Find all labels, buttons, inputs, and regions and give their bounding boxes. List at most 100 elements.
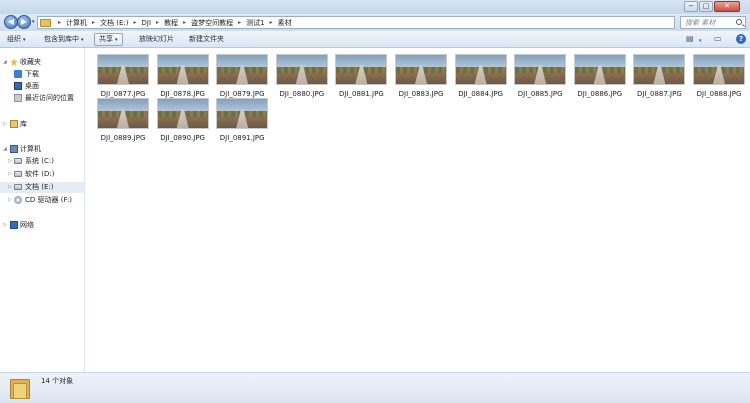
breadcrumb-item[interactable]: 素材 — [276, 18, 294, 28]
expand-icon[interactable]: ▷ — [3, 220, 7, 231]
breadcrumb-separator[interactable]: ▸ — [235, 18, 244, 28]
expand-icon[interactable]: ▷ — [8, 156, 12, 167]
file-name: DJI_0881.JPG — [339, 90, 384, 98]
details-pane: 14 个对象 — [0, 372, 750, 403]
nav-network[interactable]: ▷ 网络 — [0, 220, 84, 231]
image-thumbnail — [97, 54, 149, 85]
image-thumbnail — [693, 54, 745, 85]
file-name: DJI_0883.JPG — [398, 90, 444, 98]
breadcrumb-item[interactable]: 盗梦空间教程 — [189, 18, 235, 28]
image-thumbnail — [454, 54, 507, 85]
back-button[interactable]: ◀ — [4, 15, 18, 29]
file-name: DJI_0885.JPG — [517, 90, 563, 98]
share-label: 共享 — [99, 35, 113, 43]
nav-drive-d-label: 软件 (D:) — [25, 170, 55, 178]
image-thumbnail — [216, 98, 269, 129]
search-icon[interactable] — [736, 19, 742, 25]
nav-drive-e[interactable]: ▷ 文档 (E:) — [0, 182, 84, 193]
file-name: DJI_0884.JPG — [458, 90, 503, 98]
image-thumbnail — [633, 54, 686, 85]
hard-drive-icon — [14, 158, 22, 164]
breadcrumb-separator[interactable]: ▸ — [153, 18, 162, 28]
nav-computer[interactable]: ◢ 计算机 — [0, 144, 84, 155]
expand-icon[interactable]: ▷ — [8, 195, 12, 206]
chevron-down-icon: ▾ — [115, 37, 118, 43]
hard-drive-icon — [14, 184, 22, 190]
breadcrumb-separator[interactable]: ▸ — [55, 18, 64, 28]
image-thumbnail — [395, 54, 447, 85]
file-list: DJI_0877.JPG DJI_0878.JPG DJI_0879.JPG DJI_… — [86, 48, 750, 372]
include-library-label: 包含到库中 — [44, 35, 79, 43]
image-thumbnail — [156, 54, 209, 85]
nav-drive-e-label: 文档 (E:) — [25, 183, 54, 191]
close-button[interactable]: ✕ — [714, 1, 740, 12]
nav-drive-f[interactable]: ▷ CD 驱动器 (F:) — [0, 195, 84, 206]
change-view-icon[interactable]: ▤ — [686, 34, 694, 44]
title-bar: − □ ✕ — [0, 0, 750, 14]
breadcrumb-separator[interactable]: ▸ — [89, 18, 98, 28]
search-placeholder: 搜索 素材 — [685, 19, 716, 27]
collapse-icon[interactable]: ◢ — [3, 57, 7, 68]
nav-drive-d[interactable]: ▷ 软件 (D:) — [0, 169, 84, 180]
breadcrumb-separator[interactable]: ▸ — [267, 18, 276, 28]
file-name: DJI_0888.JPG — [696, 90, 742, 98]
organize-menu[interactable]: 组织 ▾ — [7, 34, 26, 45]
expand-icon[interactable]: ▷ — [8, 182, 12, 193]
chevron-down-icon: ▾ — [23, 37, 26, 43]
image-thumbnail — [156, 98, 209, 129]
breadcrumb-item[interactable]: 教程 — [162, 18, 180, 28]
preview-pane-icon[interactable]: ▭ — [714, 34, 722, 44]
forward-button[interactable]: ▶ — [17, 15, 31, 29]
nav-downloads[interactable]: 下载 — [0, 69, 84, 80]
organize-label: 组织 — [7, 35, 21, 43]
share-menu[interactable]: 共享 ▾ — [94, 33, 123, 46]
network-icon — [10, 221, 18, 229]
recent-places-icon — [14, 94, 22, 102]
breadcrumb-item[interactable]: 文档 (E:) — [98, 18, 130, 28]
minimize-button[interactable]: − — [684, 1, 698, 12]
breadcrumb-item[interactable]: 计算机 — [64, 18, 89, 28]
nav-desktop[interactable]: 桌面 — [0, 81, 84, 92]
breadcrumb: ▸ 计算机 ▸ 文档 (E:) ▸ DJI ▸ 教程 ▸ 盗梦空间教程 ▸ 测试1 ▸ 素材 — [55, 18, 294, 28]
cd-drive-icon — [14, 196, 22, 204]
recent-pages-dropdown-icon[interactable]: ▾ — [32, 19, 35, 25]
image-thumbnail — [275, 54, 328, 85]
item-count: 14 个对象 — [41, 377, 74, 385]
command-bar: 组织 ▾ 包含到库中 ▾ 共享 ▾ 放映幻灯片 新建文件夹 ▤ ▾ ▭ ? — [0, 31, 750, 48]
navigation-pane: ◢ 收藏夹 下载 桌面 最近访问的位置 ▷ 库 ◢ 计算机 ▷ 系统 (C:) … — [0, 48, 85, 372]
maximize-button[interactable]: □ — [699, 1, 713, 12]
hard-drive-icon — [14, 171, 22, 177]
view-options-dropdown-icon[interactable]: ▾ — [699, 36, 702, 46]
expand-icon[interactable]: ▷ — [3, 119, 7, 130]
nav-desktop-label: 桌面 — [25, 82, 39, 90]
nav-drive-f-label: CD 驱动器 (F:) — [25, 196, 73, 204]
image-thumbnail — [514, 54, 567, 85]
nav-libraries-label: 库 — [20, 120, 27, 128]
nav-recent-places[interactable]: 最近访问的位置 — [0, 93, 84, 104]
breadcrumb-separator[interactable]: ▸ — [180, 18, 189, 28]
address-bar[interactable]: ▸计算机▸文档 (E:)▸DJI▸教程▸盗梦空间教程▸测试1▸素材 ▾ ↻ — [37, 16, 708, 29]
nav-favorites-label: 收藏夹 — [20, 58, 41, 66]
expand-icon[interactable]: ▷ — [8, 169, 12, 180]
image-thumbnail — [573, 54, 626, 85]
chevron-down-icon: ▾ — [81, 37, 84, 43]
breadcrumb-item[interactable]: DJI — [140, 18, 154, 28]
search-input[interactable]: 搜索 素材 — [680, 16, 746, 29]
downloads-folder-icon — [14, 70, 22, 78]
folder-icon — [40, 19, 51, 27]
breadcrumb-item[interactable]: 测试1 — [244, 18, 266, 28]
file-name: DJI_0890.JPG — [160, 134, 205, 142]
star-icon — [10, 58, 18, 66]
nav-drive-c-label: 系统 (C:) — [25, 157, 54, 165]
nav-favorites[interactable]: ◢ 收藏夹 — [0, 57, 84, 68]
computer-icon — [10, 145, 18, 153]
help-icon[interactable]: ? — [736, 34, 746, 44]
nav-libraries[interactable]: ▷ 库 — [0, 119, 84, 130]
breadcrumb-separator[interactable]: ▸ — [131, 18, 140, 28]
slideshow-button[interactable]: 放映幻灯片 — [139, 34, 174, 44]
new-folder-button[interactable]: 新建文件夹 — [189, 34, 224, 44]
nav-drive-c[interactable]: ▷ 系统 (C:) — [0, 156, 84, 167]
include-in-library-menu[interactable]: 包含到库中 ▾ — [44, 34, 84, 45]
nav-downloads-label: 下载 — [25, 70, 39, 78]
collapse-icon[interactable]: ◢ — [3, 144, 7, 155]
